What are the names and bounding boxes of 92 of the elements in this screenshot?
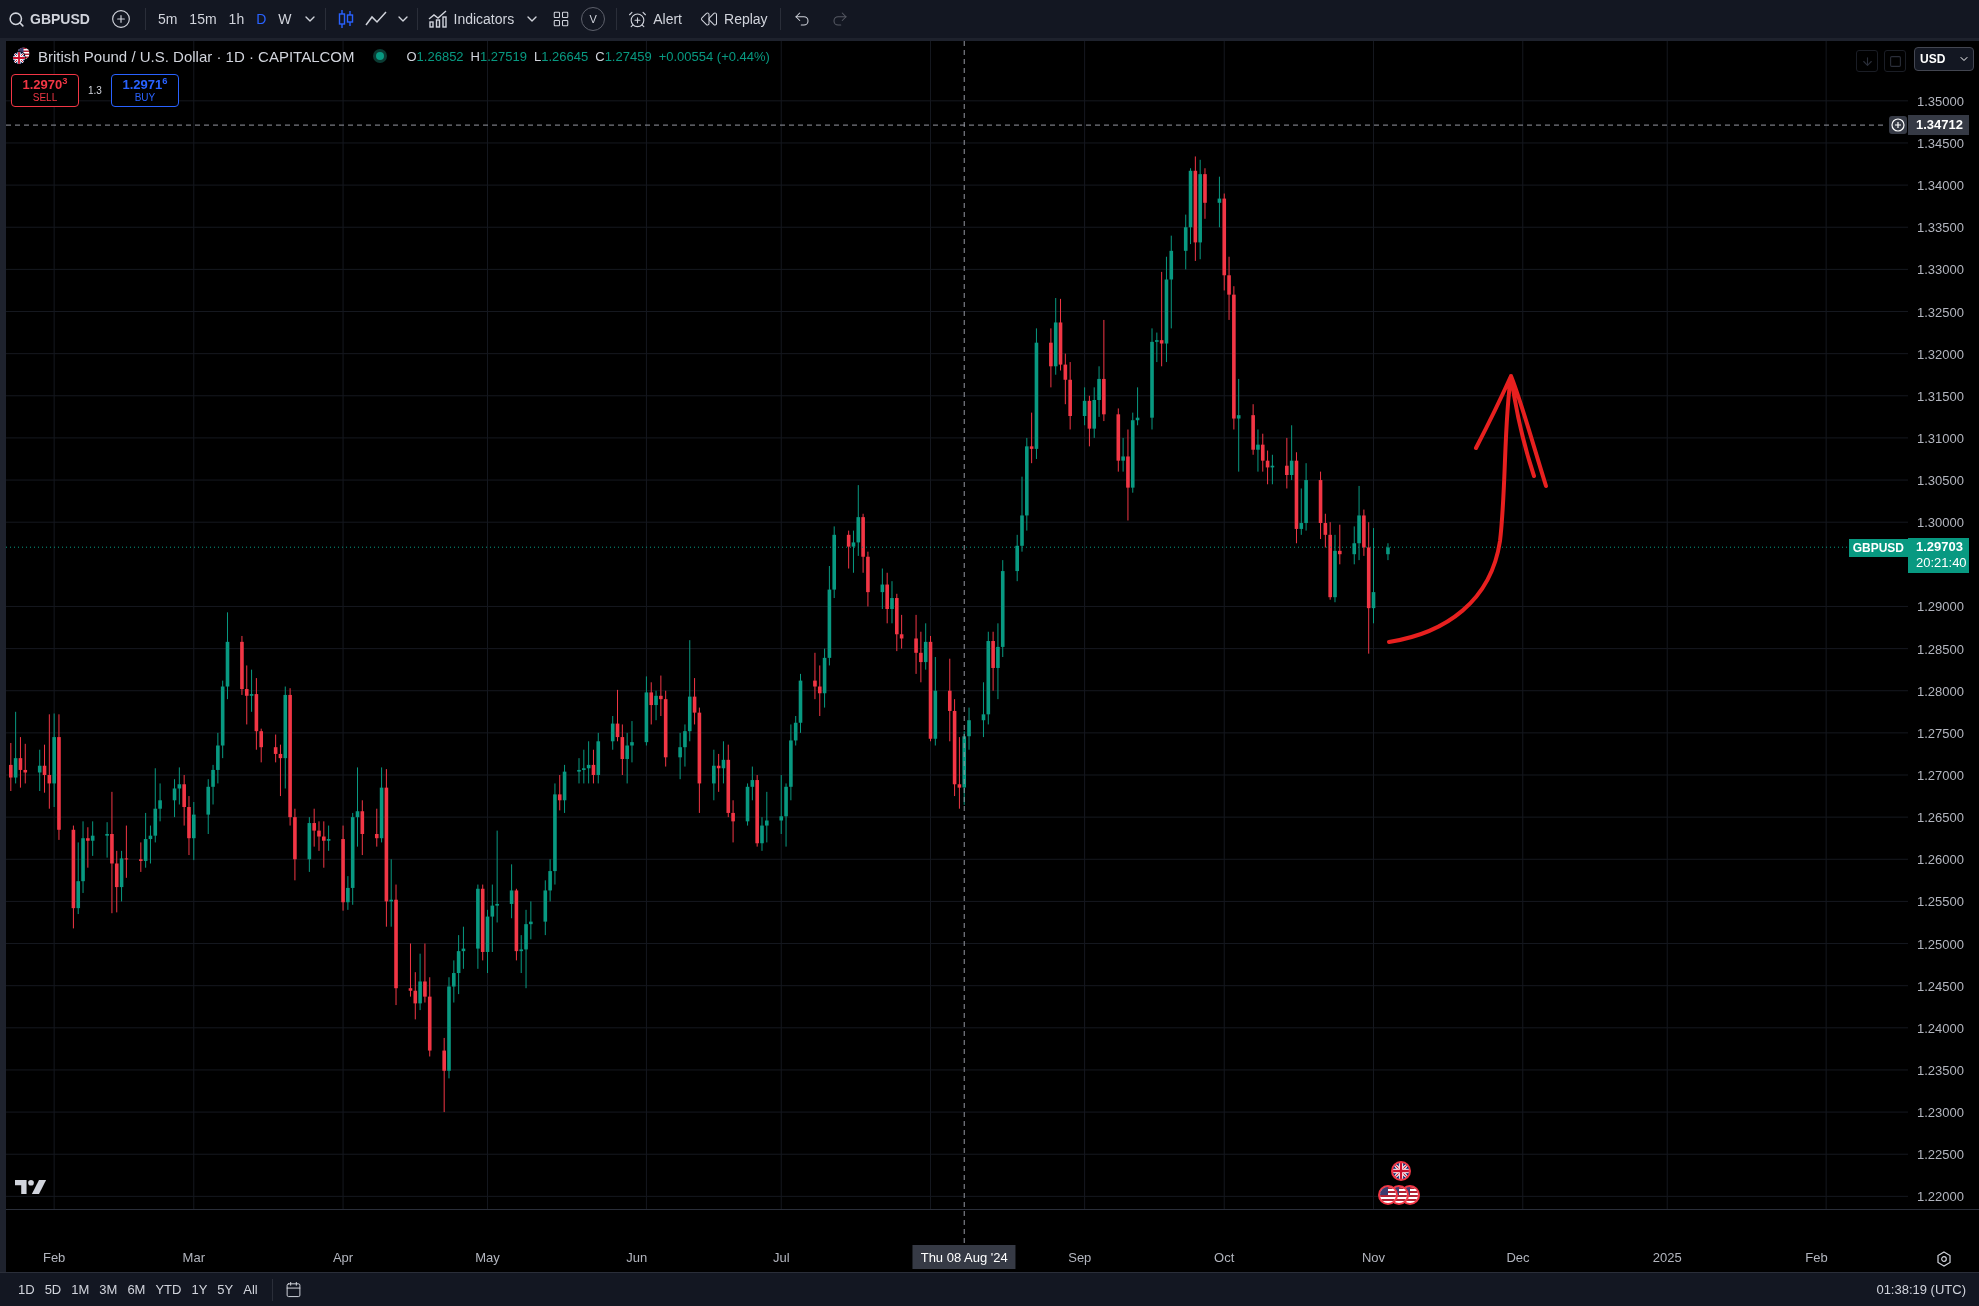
spread-value: 1.3 [88, 85, 102, 96]
price-axis-label: 1.31500 [1917, 388, 1964, 405]
ohlc-reading: O1.26852 [406, 48, 464, 64]
price-axis-label: 1.28500 [1917, 641, 1964, 658]
range-button[interactable]: 5D [39, 1276, 67, 1303]
clock-text: 01:38:19 (UTC) [1876, 1282, 1966, 1297]
grid-icon [552, 10, 571, 28]
indicators-icon [427, 10, 448, 28]
change-reading: +0.00554 (+0.44%) [658, 48, 770, 64]
price-axis-label: 1.32500 [1917, 304, 1964, 321]
countdown-timer: 20:21:40 [1916, 555, 1968, 572]
range-button[interactable]: 1M [66, 1276, 95, 1303]
time-axis-label: Mar [182, 1250, 205, 1266]
time-axis-label: Feb [42, 1250, 66, 1266]
interval-tab[interactable]: W [272, 4, 298, 34]
time-axis-label: Apr [332, 1250, 354, 1266]
currency-flags-icon [12, 47, 30, 65]
uk-flag-icon [1390, 1160, 1412, 1182]
price-axis-label: 1.26500 [1917, 810, 1964, 827]
settings-icon[interactable] [1935, 1250, 1952, 1267]
price-axis-label: 1.32000 [1917, 346, 1964, 363]
logo-icon [15, 1179, 47, 1195]
range-button[interactable]: 3M [94, 1276, 123, 1303]
time-axis-label: Nov [1361, 1250, 1386, 1266]
range-button[interactable]: 5Y [212, 1276, 239, 1303]
price-axis-label: 1.30500 [1917, 473, 1964, 490]
price-axis-label: 1.33500 [1917, 220, 1964, 237]
alert-button[interactable]: Alert [622, 4, 688, 34]
time-axis-label: Sep [1068, 1250, 1092, 1266]
time-axis-label: Feb [1805, 1250, 1828, 1266]
crosshair-price-label: 1.34712 [1908, 115, 1969, 136]
range-button[interactable]: All [238, 1276, 263, 1303]
range-button[interactable]: 1Y [186, 1276, 213, 1303]
price-axis-label: 1.25500 [1917, 894, 1964, 911]
price-axis-label: 1.23000 [1917, 1105, 1964, 1122]
interval-tab[interactable]: 1h [222, 4, 251, 34]
replay-button[interactable]: Replay [694, 4, 774, 34]
time-axis-label: May [475, 1250, 500, 1266]
range-button[interactable]: 1D [13, 1276, 40, 1303]
price-axis-label: 1.25000 [1917, 936, 1964, 953]
price-axis-label: 1.35000 [1917, 93, 1964, 110]
redo-icon [830, 10, 849, 28]
price-axis-label: 1.28000 [1917, 683, 1964, 700]
price-axis-label: 1.26000 [1917, 852, 1964, 869]
price-axis-label: 1.34500 [1917, 135, 1964, 152]
us-flag-markers-icon [1377, 1184, 1421, 1206]
price-axis-label: 1.24000 [1917, 1020, 1964, 1037]
price-axis-label: 1.24500 [1917, 978, 1964, 995]
candlestick [1386, 542, 1390, 561]
price-axis-label: 1.23500 [1917, 1062, 1964, 1079]
time-axis-label: Jul [772, 1250, 790, 1266]
undo-icon [792, 10, 811, 28]
time-axis-label: Jun [626, 1250, 648, 1266]
interval-tab[interactable]: 15m [183, 4, 223, 34]
sell-button[interactable]: 1.2970$^{3}$ SELL [11, 74, 79, 107]
line-chart-icon [364, 11, 387, 27]
symbol-search-button[interactable]: GBPUSD [2, 4, 96, 34]
price-axis-label: 1.29000 [1917, 599, 1964, 616]
candlestick-icon [337, 9, 354, 29]
time-axis-label: Dec [1506, 1250, 1530, 1266]
symbol-price-tag: GBPUSD [1848, 539, 1908, 558]
price-axis-label: 1.22500 [1917, 1147, 1964, 1164]
interval-tab[interactable]: 5m [151, 4, 184, 34]
ohlc-reading: H1.27519 [470, 48, 527, 64]
arrow-down-icon [1860, 54, 1874, 68]
price-axis-label: 1.27500 [1917, 725, 1964, 742]
plus-circle-icon [110, 9, 131, 29]
buy-button[interactable]: 1.2971$^{6}$ BUY [110, 74, 179, 107]
rewind-icon [700, 10, 718, 28]
search-icon [8, 10, 25, 28]
price-axis-label: 1.34000 [1917, 178, 1964, 195]
crosshair-time-label: Thu 08 Aug '24 [912, 1245, 1016, 1269]
ohlc-reading: C1.27459 [595, 48, 652, 64]
calendar-icon [284, 1281, 302, 1298]
range-button[interactable]: YTD [150, 1276, 187, 1303]
currency-dropdown[interactable]: USD [1914, 47, 1974, 71]
price-axis-label: 1.27000 [1917, 768, 1964, 784]
price-axis-label: 1.33000 [1917, 262, 1964, 279]
price-axis-label: 1.22000 [1917, 1189, 1964, 1206]
square-icon [1888, 54, 1902, 68]
price-axis-label: 1.30000 [1917, 515, 1964, 532]
ohlc-reading: L1.26645 [534, 48, 589, 64]
range-button[interactable]: 6M [122, 1276, 151, 1303]
time-axis-label: Oct [1214, 1250, 1235, 1266]
time-axis-label: 2025 [1652, 1250, 1682, 1266]
interval-tab[interactable]: D [250, 4, 273, 34]
indicators-button[interactable]: Indicators [421, 4, 521, 34]
alarm-clock-icon [628, 9, 648, 29]
chart-title: British Pound / U.S. Dollar · 1D · CAPITALCOM [38, 47, 355, 65]
last-price-value: 1.29703 [1916, 539, 1964, 556]
price-axis-label: 1.31000 [1917, 430, 1964, 447]
plus-circle-icon[interactable] [1889, 116, 1907, 135]
